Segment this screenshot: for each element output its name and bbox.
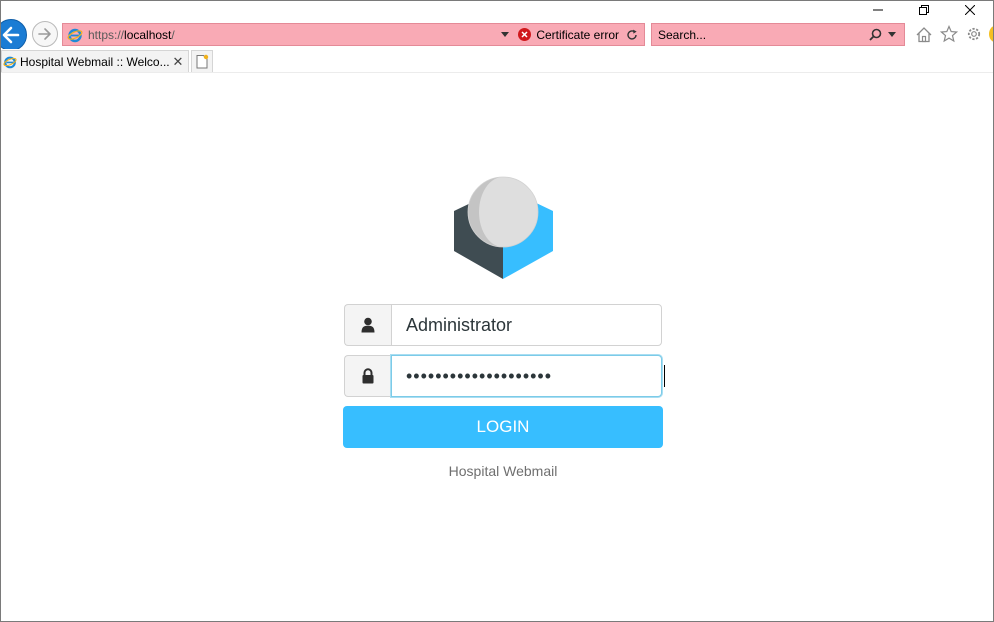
text-caret (664, 365, 665, 387)
tab-bar: Hospital Webmail :: Welco... ✕ (1, 49, 993, 73)
gear-icon (967, 27, 981, 41)
page-content: LOGIN Hospital Webmail (1, 73, 993, 621)
minimize-icon (873, 9, 883, 11)
password-wrapper (391, 355, 665, 397)
back-arrow-icon (2, 26, 20, 44)
refresh-icon (627, 29, 637, 40)
close-window-button[interactable] (947, 1, 993, 19)
footer-product-name: Hospital Webmail (448, 463, 558, 479)
home-icon (916, 26, 932, 42)
tab-hospital-webmail[interactable]: Hospital Webmail :: Welco... ✕ (1, 50, 189, 72)
minimize-button[interactable] (855, 1, 901, 19)
restore-icon (919, 5, 929, 15)
search-input[interactable] (652, 27, 852, 42)
forward-arrow-icon (38, 28, 51, 40)
address-bar[interactable]: https:// localhost / Certificate error (62, 23, 645, 46)
new-tab-icon (196, 54, 209, 69)
back-button[interactable] (1, 19, 27, 51)
browser-window: https:// localhost / Certificate error S… (0, 0, 994, 622)
toolbar-icons (914, 24, 984, 44)
roundcube-logo (454, 176, 553, 279)
ie-icon (67, 28, 83, 42)
feedback-smiley-icon[interactable] (989, 26, 993, 42)
user-icon (361, 317, 375, 333)
user-addon (344, 304, 391, 346)
favorites-star-icon (940, 25, 958, 43)
forward-button[interactable] (32, 21, 58, 47)
address-dropdown-button[interactable] (498, 32, 512, 37)
chevron-down-icon (501, 32, 510, 37)
password-row (344, 355, 665, 397)
navigation-bar: https:// localhost / Certificate error (1, 19, 993, 51)
new-tab-button[interactable] (191, 50, 213, 72)
lock-icon (362, 368, 374, 384)
chevron-down-icon[interactable] (888, 32, 896, 37)
certificate-error-label[interactable]: Certificate error (536, 28, 619, 42)
favorites-button[interactable] (939, 24, 959, 44)
search-box (651, 23, 905, 46)
password-field[interactable] (391, 355, 662, 397)
settings-button[interactable] (964, 24, 984, 44)
refresh-button[interactable] (625, 29, 639, 41)
login-button[interactable]: LOGIN (343, 406, 663, 448)
tab-close-button[interactable]: ✕ (170, 54, 186, 70)
ie-icon (3, 56, 17, 68)
username-row (344, 304, 662, 346)
restore-button[interactable] (901, 1, 947, 19)
search-icon[interactable] (869, 28, 882, 41)
certificate-error-icon[interactable] (518, 28, 532, 41)
tab-title: Hospital Webmail :: Welco... (20, 54, 170, 69)
url-path: / (171, 27, 175, 42)
url-protocol: https:// (88, 27, 125, 42)
home-button[interactable] (914, 24, 934, 44)
window-controls (855, 1, 993, 19)
url-host: localhost (124, 27, 172, 42)
close-icon (965, 5, 975, 15)
username-field[interactable] (391, 304, 662, 346)
password-addon (344, 355, 391, 397)
